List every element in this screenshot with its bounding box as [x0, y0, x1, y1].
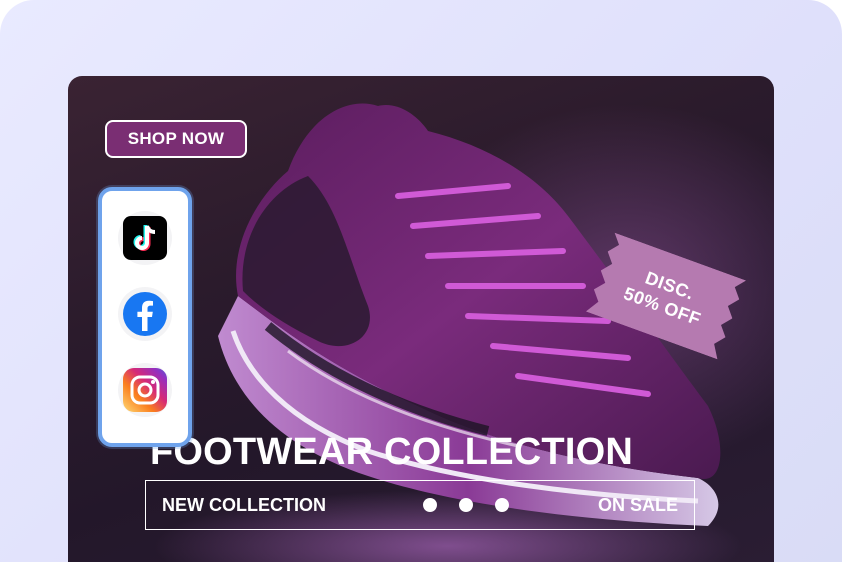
new-collection-label: NEW COLLECTION: [162, 494, 326, 515]
instagram-icon: [123, 368, 167, 412]
banner-headline: FOOTWEAR COLLECTION: [150, 431, 633, 473]
pagination-dot[interactable]: [458, 498, 473, 512]
on-sale-label: ON SALE: [597, 494, 678, 515]
shop-now-button[interactable]: SHOP NOW: [105, 120, 247, 158]
carousel-pagination: [422, 498, 509, 512]
facebook-icon: [123, 292, 167, 336]
tiktok-icon: [123, 216, 167, 260]
pagination-dot[interactable]: [494, 498, 509, 512]
facebook-button[interactable]: [118, 287, 172, 341]
social-share-panel: [98, 187, 192, 447]
tiktok-button[interactable]: [118, 211, 172, 265]
collection-info-bar: NEW COLLECTION ON SALE: [145, 480, 695, 530]
pagination-dot[interactable]: [422, 498, 437, 512]
instagram-button[interactable]: [118, 363, 172, 417]
